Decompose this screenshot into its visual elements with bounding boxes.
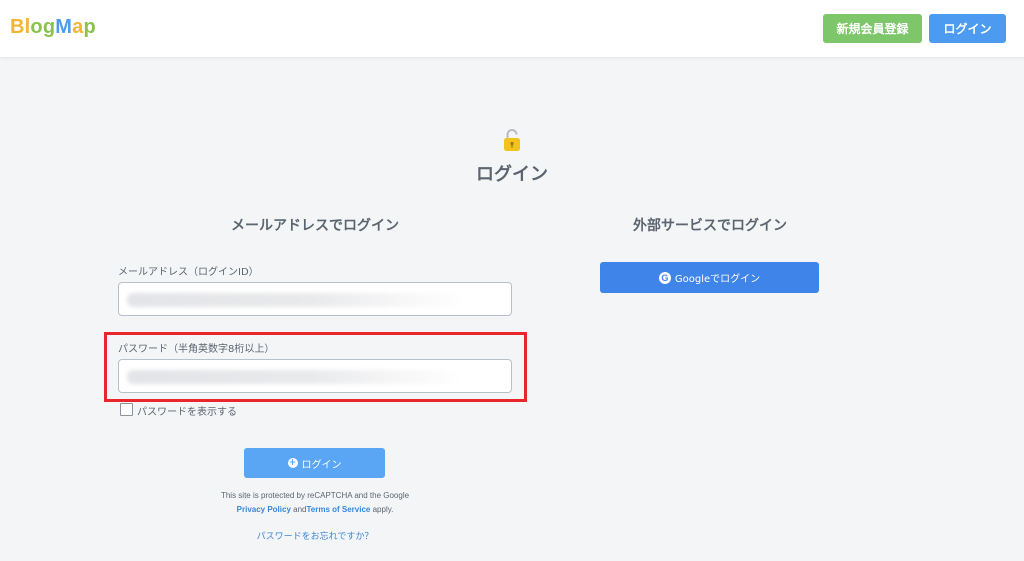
register-button[interactable]: 新規会員登録 bbox=[823, 14, 922, 43]
header-login-button[interactable]: ログイン bbox=[929, 14, 1006, 43]
recaptcha-notice-text: This site is protected by reCAPTCHA and … bbox=[220, 491, 410, 500]
external-login-section-title: 外部サービスでログイン bbox=[633, 218, 787, 234]
email-field-label: メールアドレス（ログインID） bbox=[118, 267, 259, 278]
google-login-button[interactable]: G Googleでログイン bbox=[600, 262, 819, 293]
terms-of-service-link[interactable]: Terms of Service bbox=[306, 505, 370, 514]
logo-letter: M bbox=[55, 16, 73, 38]
logo-letter: o bbox=[30, 16, 43, 38]
email-field-redacted-value bbox=[127, 293, 465, 307]
lock-icon bbox=[504, 129, 520, 151]
logo-letter: a bbox=[72, 16, 84, 38]
show-password-checkbox[interactable] bbox=[120, 403, 133, 416]
login-submit-label: ログイン bbox=[301, 459, 342, 471]
logo-letter: g bbox=[42, 16, 56, 38]
google-icon: G bbox=[658, 271, 671, 284]
forgot-password-link[interactable]: パスワードをお忘れですか？ bbox=[115, 529, 515, 542]
password-field[interactable] bbox=[118, 359, 512, 393]
email-field[interactable] bbox=[118, 282, 512, 316]
and-text: and bbox=[290, 505, 307, 514]
login-submit-button[interactable]: + ログイン bbox=[244, 448, 385, 478]
email-login-section-title: メールアドレスでログイン bbox=[231, 218, 399, 234]
logo[interactable]: BlogMap bbox=[10, 16, 96, 39]
logo-letter: B bbox=[10, 16, 25, 38]
page-title: ログイン bbox=[476, 164, 548, 185]
plus-circle-icon: + bbox=[287, 458, 298, 468]
show-password-label[interactable]: パスワードを表示する bbox=[137, 403, 237, 418]
recaptcha-notice: This site is protected by reCAPTCHA and … bbox=[115, 489, 515, 517]
google-login-label: Googleでログイン bbox=[674, 274, 761, 285]
header: BlogMap 新規会員登録 ログイン bbox=[0, 0, 1024, 57]
password-field-label: パスワード（半角英数字8桁以上） bbox=[118, 344, 275, 355]
apply-text: apply. bbox=[370, 505, 394, 514]
logo-letter: p bbox=[83, 16, 96, 38]
password-field-redacted-value bbox=[127, 370, 463, 384]
privacy-policy-link[interactable]: Privacy Policy bbox=[237, 505, 291, 514]
